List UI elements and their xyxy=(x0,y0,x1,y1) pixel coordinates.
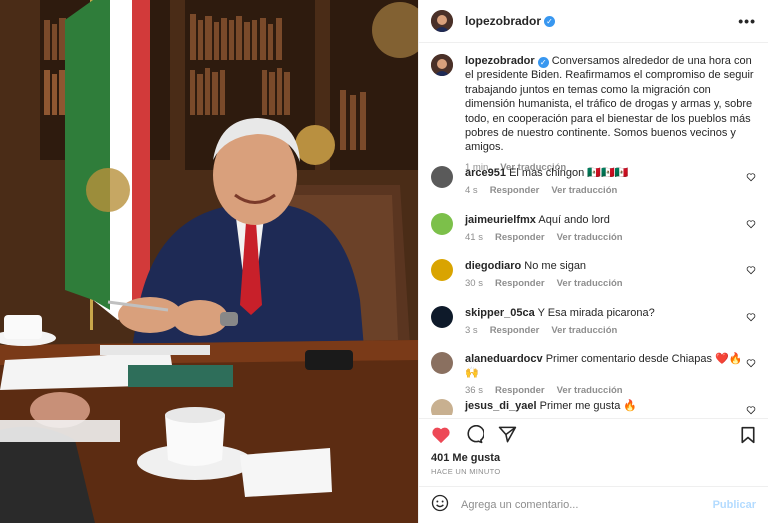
comment-username[interactable]: arce951 xyxy=(465,167,506,179)
comment-row: diegodiaro No me sigan 30 s Responder Ver … xyxy=(431,259,756,306)
comment-time[interactable]: 36 s xyxy=(465,385,483,396)
comment-avatar[interactable] xyxy=(431,398,453,415)
comment-text: No me sigan xyxy=(524,260,587,272)
translate-link[interactable]: Ver traducción xyxy=(551,325,617,336)
comment-time[interactable]: 30 s xyxy=(465,278,483,289)
comment-row: jesus_di_yael Primer me gusta 🔥 xyxy=(431,398,756,415)
comment-avatar[interactable] xyxy=(431,212,453,235)
like-comment-heart-icon[interactable] xyxy=(746,312,756,322)
likes-count[interactable]: 401 Me gusta xyxy=(431,452,500,464)
post-side-panel: lopezobrador ✓ ••• lopezobrador ✓ Convers… xyxy=(418,0,768,523)
add-comment-bar: Publicar xyxy=(419,486,768,523)
share-send-icon[interactable] xyxy=(498,425,517,444)
more-options-icon[interactable]: ••• xyxy=(738,13,756,29)
reply-link[interactable]: Responder xyxy=(495,278,545,289)
post-header: lopezobrador ✓ ••• xyxy=(419,0,768,43)
translate-link[interactable]: Ver traducción xyxy=(557,232,623,243)
post-photo[interactable] xyxy=(0,0,418,523)
emoji-icon[interactable] xyxy=(431,494,449,517)
reply-link[interactable]: Responder xyxy=(495,232,545,243)
comment-username[interactable]: jesus_di_yael xyxy=(465,400,537,412)
post-time-ago[interactable]: HACE UN MINUTO xyxy=(431,467,500,476)
comment-username[interactable]: diegodiaro xyxy=(465,260,521,272)
reply-link[interactable]: Responder xyxy=(490,185,540,196)
comment-icon[interactable] xyxy=(465,425,484,444)
caption-text: Conversamos alrededor de una hora con el… xyxy=(465,55,754,154)
like-comment-heart-icon[interactable] xyxy=(746,405,756,415)
reply-link[interactable]: Responder xyxy=(490,325,540,336)
post-caption: lopezobrador ✓ Conversamos alrededor de u… xyxy=(431,54,756,173)
like-comment-heart-icon[interactable] xyxy=(746,219,756,229)
like-comment-heart-icon[interactable] xyxy=(746,358,756,368)
comment-time[interactable]: 3 s xyxy=(465,325,478,336)
post-actions xyxy=(419,418,768,450)
caption-avatar[interactable] xyxy=(431,54,453,76)
comment-username[interactable]: jaimeurielfmx xyxy=(465,214,536,226)
translate-link[interactable]: Ver traducción xyxy=(557,278,623,289)
caption-avatar-image xyxy=(431,54,453,76)
comment-text: El mas chingon 🇲🇽🇲🇽🇲🇽 xyxy=(509,167,629,179)
reply-link[interactable]: Responder xyxy=(495,385,545,396)
comment-list: arce951 El mas chingon 🇲🇽🇲🇽🇲🇽 4 s Respond… xyxy=(431,166,756,415)
translate-link[interactable]: Ver traducción xyxy=(551,185,617,196)
author-username[interactable]: lopezobrador xyxy=(465,14,541,28)
comment-text: Y Esa mirada picarona? xyxy=(537,306,655,319)
comment-time[interactable]: 41 s xyxy=(465,232,483,243)
author-avatar-image xyxy=(431,10,453,32)
comment-row: jaimeurielfmx Aquí ando lord 41 s Respond… xyxy=(431,212,756,260)
comment-avatar[interactable] xyxy=(431,259,453,281)
like-comment-heart-icon[interactable] xyxy=(746,172,756,182)
publish-comment-button[interactable]: Publicar xyxy=(713,499,756,511)
post-image xyxy=(0,0,418,523)
comment-avatar[interactable] xyxy=(431,166,453,188)
like-comment-heart-icon[interactable] xyxy=(746,265,756,275)
comment-avatar[interactable] xyxy=(431,305,453,328)
caption-username[interactable]: lopezobrador xyxy=(465,55,535,67)
comments-scroll[interactable]: lopezobrador ✓ Conversamos alrededor de u… xyxy=(419,44,768,415)
comment-row: arce951 El mas chingon 🇲🇽🇲🇽🇲🇽 4 s Respond… xyxy=(431,166,756,213)
comment-text: Primer me gusta 🔥 xyxy=(539,399,638,412)
verified-badge-icon: ✓ xyxy=(544,15,556,27)
like-heart-icon[interactable] xyxy=(431,426,451,444)
author-avatar[interactable] xyxy=(431,10,453,32)
comment-row: skipper_05ca Y Esa mirada picarona? 3 s R… xyxy=(431,305,756,353)
comment-username[interactable]: alaneduardocv xyxy=(465,353,543,365)
caption-verified-icon: ✓ xyxy=(537,57,549,68)
save-bookmark-icon[interactable] xyxy=(740,426,756,444)
comment-avatar[interactable] xyxy=(431,352,453,374)
comment-username[interactable]: skipper_05ca xyxy=(465,307,535,319)
add-comment-input[interactable] xyxy=(461,499,713,511)
comment-row: alaneduardocv Primer comentario desde Ch… xyxy=(431,352,756,399)
translate-link[interactable]: Ver traducción xyxy=(557,385,623,396)
comment-text: Aquí ando lord xyxy=(538,213,610,226)
comment-time[interactable]: 4 s xyxy=(465,185,478,196)
